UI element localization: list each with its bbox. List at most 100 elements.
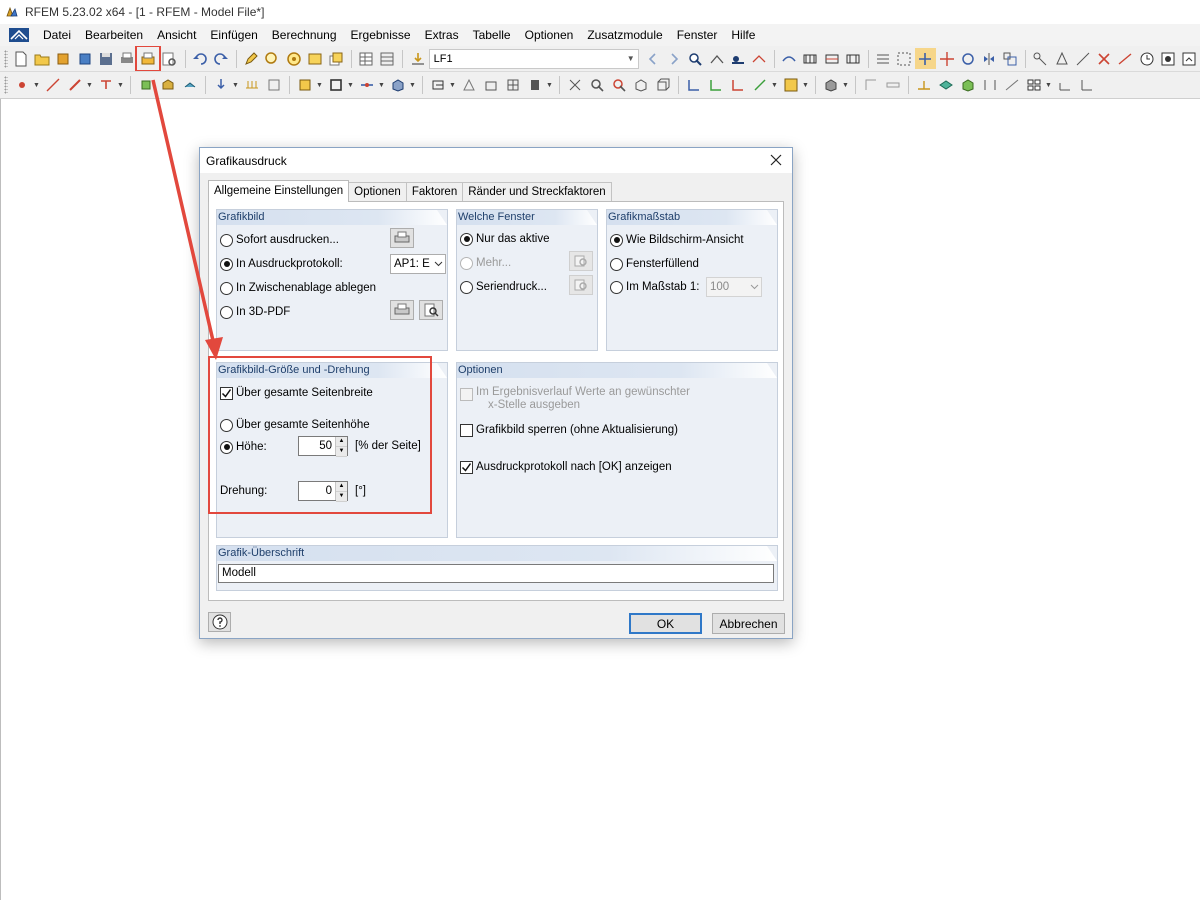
result-values-icon[interactable]	[728, 48, 748, 69]
spin-down-icon[interactable]: ▼	[336, 492, 347, 502]
zoom-window-icon[interactable]	[586, 75, 607, 96]
chevron-down-icon[interactable]: ▼	[378, 75, 385, 96]
radio-ueber-seitenhoehe[interactable]: Über gesamte Seitenhöhe	[220, 416, 370, 434]
dialog-titlebar[interactable]: Grafikausdruck	[200, 148, 792, 173]
box-icon[interactable]	[387, 75, 408, 96]
spin-down-icon[interactable]: ▼	[336, 447, 347, 457]
menu-fenster[interactable]: Fenster	[670, 24, 725, 46]
radio-hoehe[interactable]: Höhe:	[220, 438, 267, 456]
deformation-icon[interactable]	[779, 48, 799, 69]
menu-zusatzmodule[interactable]: Zusatzmodule	[580, 24, 669, 46]
settings-icon[interactable]	[1158, 48, 1178, 69]
scale-icon[interactable]	[1000, 48, 1020, 69]
radio-im-massstab[interactable]: Im Maßstab 1:	[610, 278, 700, 296]
close-icon[interactable]	[768, 152, 784, 168]
pdf-preview-button[interactable]	[419, 300, 443, 320]
menu-extras[interactable]: Extras	[418, 24, 466, 46]
radio-button[interactable]	[220, 257, 233, 271]
chevron-down-icon[interactable]: ▼	[624, 54, 638, 63]
radio-fensterfuellend[interactable]: Fensterfüllend	[610, 255, 699, 273]
checkbox[interactable]	[460, 460, 473, 474]
undo-icon[interactable]	[190, 48, 210, 69]
help-button[interactable]	[208, 612, 231, 632]
stress-icon[interactable]	[1001, 75, 1022, 96]
model-view-icon[interactable]	[480, 75, 501, 96]
chevron-down-icon[interactable]: ▼	[546, 75, 553, 96]
radio-button[interactable]	[220, 281, 233, 295]
tab-raender-und-streckfaktoren[interactable]: Ränder und Streckfaktoren	[462, 182, 612, 202]
panel-icon[interactable]	[1023, 75, 1044, 96]
menu-berechnung[interactable]: Berechnung	[265, 24, 344, 46]
checkbox-ausdruckprotokoll-anzeigen[interactable]: Ausdruckprotokoll nach [OK] anzeigen	[460, 458, 672, 476]
radio-sofort-ausdrucken[interactable]: Sofort ausdrucken...	[220, 231, 339, 249]
radio-in-zwischenablage[interactable]: In Zwischenablage ablegen	[220, 279, 376, 297]
open-folder-icon[interactable]	[32, 48, 52, 69]
search-model-icon[interactable]	[262, 48, 282, 69]
solid-icon[interactable]	[157, 75, 178, 96]
chevron-down-icon[interactable]: ▼	[802, 75, 809, 96]
snap-grid-icon[interactable]	[894, 48, 914, 69]
extreme-values-icon[interactable]	[749, 48, 769, 69]
opening-icon[interactable]	[179, 75, 200, 96]
max-values-icon[interactable]	[706, 48, 726, 69]
view-grid-icon[interactable]	[873, 48, 893, 69]
ok-button[interactable]: OK	[629, 613, 702, 634]
line-load-icon[interactable]	[241, 75, 262, 96]
axis-icon[interactable]	[1076, 75, 1097, 96]
radio-button[interactable]	[220, 305, 233, 319]
result-diagram-icon[interactable]	[979, 75, 1000, 96]
view-minus-x-icon[interactable]	[749, 75, 770, 96]
chevron-down-icon[interactable]: ▼	[33, 75, 40, 96]
toolbar-grip[interactable]	[4, 76, 8, 94]
coordinate-system-icon[interactable]	[1054, 75, 1075, 96]
guideline-icon[interactable]	[860, 75, 881, 96]
chevron-down-icon[interactable]: ▼	[86, 75, 93, 96]
transfer-icon[interactable]	[305, 48, 325, 69]
chevron-down-icon[interactable]: ▼	[232, 75, 239, 96]
drehung-value[interactable]: 0	[299, 482, 335, 500]
copy-window-icon[interactable]	[326, 48, 346, 69]
section-results-icon[interactable]	[821, 48, 841, 69]
tab-optionen[interactable]: Optionen	[348, 182, 407, 202]
support-hinge-icon[interactable]	[913, 75, 934, 96]
dimension-line-icon[interactable]	[882, 75, 903, 96]
view-iso-icon[interactable]	[652, 75, 673, 96]
radio-button[interactable]	[610, 233, 623, 247]
cross-section-icon[interactable]	[294, 75, 315, 96]
checkbox[interactable]	[460, 423, 473, 437]
snap-object-icon[interactable]	[915, 48, 936, 69]
menu-einfuegen[interactable]: Einfügen	[203, 24, 264, 46]
chevron-down-icon[interactable]: ▼	[347, 75, 354, 96]
protocol-select[interactable]: AP1: E	[390, 254, 446, 274]
menu-hilfe[interactable]: Hilfe	[724, 24, 762, 46]
menu-optionen[interactable]: Optionen	[518, 24, 581, 46]
clock-icon[interactable]	[1136, 48, 1156, 69]
checkbox[interactable]	[220, 386, 233, 400]
menu-datei[interactable]: Datei	[36, 24, 78, 46]
load-case-select[interactable]: LF1 ▼	[428, 48, 639, 69]
chevron-down-icon[interactable]: ▼	[117, 75, 124, 96]
checkbox-ueber-seitenbreite[interactable]: Über gesamte Seitenbreite	[220, 384, 373, 402]
printer-settings-button[interactable]	[390, 228, 414, 248]
numbering-icon[interactable]	[458, 75, 479, 96]
print-icon[interactable]	[117, 48, 137, 69]
member-tool-icon[interactable]	[64, 75, 85, 96]
mesh-view-icon[interactable]	[502, 75, 523, 96]
view-y-icon[interactable]	[705, 75, 726, 96]
info-icon[interactable]	[1179, 48, 1199, 69]
radio-in-ausdruckprotokoll[interactable]: In Ausdruckprotokoll:	[220, 255, 343, 273]
move-nodes-icon[interactable]	[937, 48, 957, 69]
target-icon[interactable]	[283, 48, 303, 69]
radio-wie-bildschirm-ansicht[interactable]: Wie Bildschirm-Ansicht	[610, 231, 744, 249]
tab-faktoren[interactable]: Faktoren	[405, 182, 464, 202]
chevron-down-icon[interactable]: ▼	[771, 75, 778, 96]
save-icon[interactable]	[96, 48, 116, 69]
table-icon[interactable]	[356, 48, 376, 69]
chevron-down-icon[interactable]: ▼	[842, 75, 849, 96]
load-case-icon[interactable]	[407, 48, 427, 69]
redo-icon[interactable]	[211, 48, 231, 69]
radio-button[interactable]	[220, 440, 233, 454]
view-x-icon[interactable]	[683, 75, 704, 96]
radio-in-3d-pdf[interactable]: In 3D-PDF	[220, 303, 290, 321]
caption-input[interactable]: Modell	[218, 564, 774, 583]
